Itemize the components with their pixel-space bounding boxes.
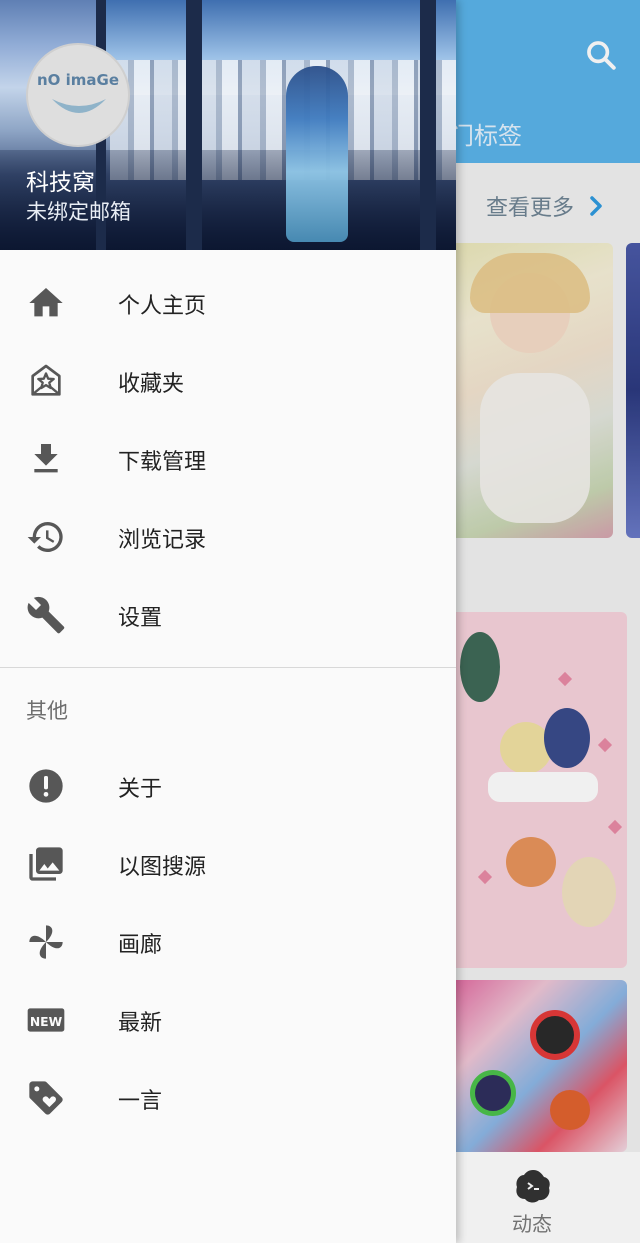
- menu-item-settings[interactable]: 设置: [0, 576, 456, 654]
- drawer-scrim[interactable]: [456, 0, 640, 1243]
- new-badge-icon: NEW: [27, 1008, 65, 1032]
- tag-heart-icon: [29, 1081, 63, 1115]
- menu-item-label: 一言: [118, 1089, 163, 1114]
- menu-item-profile[interactable]: 个人主页: [0, 264, 456, 342]
- section-title-other: 其他: [26, 699, 68, 723]
- menu-item-label: 收藏夹: [118, 372, 185, 397]
- avatar-placeholder-text: nO imaGe: [36, 71, 120, 89]
- avatar[interactable]: nO imaGe: [26, 43, 130, 147]
- user-email-status[interactable]: 未绑定邮箱: [26, 196, 131, 226]
- navigation-drawer: nO imaGe 科技窝 未绑定邮箱 个人主页 收藏夹 下载管理 浏览记录 设置…: [0, 0, 456, 1243]
- info-icon: [29, 769, 63, 803]
- menu-item-label: 个人主页: [118, 294, 207, 319]
- favorites-icon: [31, 364, 61, 396]
- menu-item-label: 以图搜源: [118, 855, 207, 880]
- menu-item-label: 浏览记录: [118, 528, 207, 553]
- menu-item-label: 关于: [118, 777, 163, 802]
- menu-item-hitokoto[interactable]: 一言: [0, 1059, 456, 1137]
- menu-item-latest[interactable]: NEW 最新: [0, 981, 456, 1059]
- drawer-header-banner: nO imaGe 科技窝 未绑定邮箱: [0, 0, 456, 250]
- home-icon: [29, 288, 63, 317]
- menu-item-label: 画廊: [118, 933, 163, 958]
- menu-item-downloads[interactable]: 下载管理: [0, 420, 456, 498]
- pinwheel-icon: [29, 925, 63, 959]
- wrench-icon: [27, 596, 65, 634]
- svg-text:NEW: NEW: [30, 1015, 63, 1029]
- menu-item-label: 最新: [118, 1011, 163, 1036]
- menu-item-favorites[interactable]: 收藏夹: [0, 342, 456, 420]
- user-name[interactable]: 科技窝: [26, 163, 95, 197]
- history-icon: [27, 522, 63, 552]
- menu-item-image-search[interactable]: 以图搜源: [0, 825, 456, 903]
- menu-item-label: 下载管理: [118, 450, 207, 475]
- smile-icon: [52, 99, 106, 113]
- section-divider: [0, 667, 456, 668]
- menu-item-history[interactable]: 浏览记录: [0, 498, 456, 576]
- banner-illustration: [286, 66, 348, 242]
- menu-item-label: 设置: [118, 606, 163, 631]
- download-icon: [34, 444, 58, 473]
- image-search-icon: [29, 847, 63, 881]
- menu-item-gallery[interactable]: 画廊: [0, 903, 456, 981]
- menu-item-about[interactable]: 关于: [0, 747, 456, 825]
